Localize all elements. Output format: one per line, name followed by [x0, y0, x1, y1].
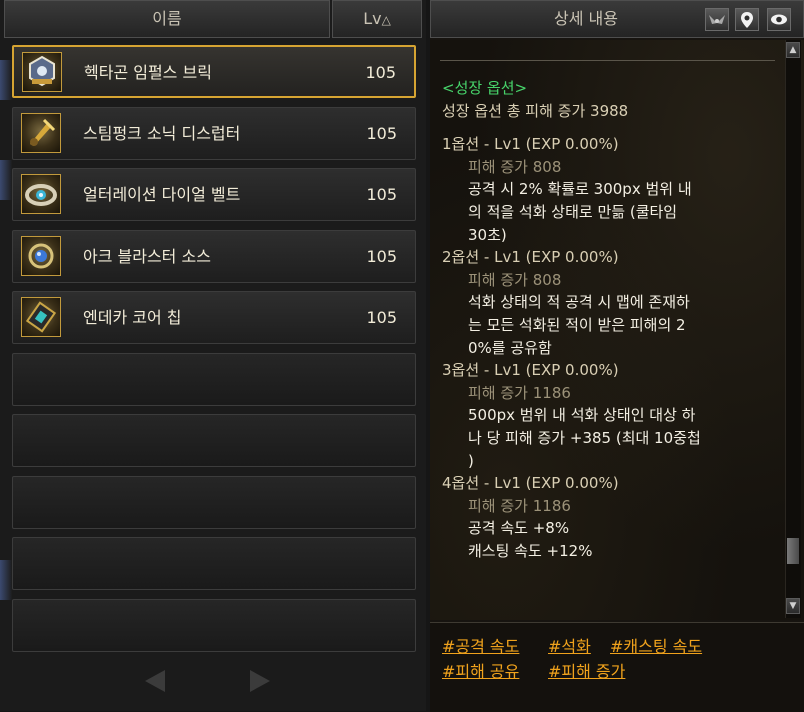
option-damage: 피해 증가 808: [468, 270, 562, 289]
tag-petrify[interactable]: #석화: [548, 633, 591, 657]
tag-attack-speed[interactable]: #공격 속도: [442, 633, 519, 657]
option-desc-line: 나 당 피해 증가 +385 (최대 10중첩: [468, 428, 701, 447]
total-damage-line: 성장 옵션 총 피해 증가 3988: [442, 101, 629, 120]
item-row-endeca-core-chip[interactable]: 엔데카 코어 칩 105: [12, 291, 416, 344]
option-desc-line: ): [468, 451, 474, 470]
scroll-down-button[interactable]: ▼: [786, 598, 800, 614]
option-desc-line: 캐스팅 속도 +12%: [468, 541, 593, 560]
arc-blaster-icon: [21, 235, 61, 276]
wing-icon: [709, 15, 725, 24]
option-header: 3옵션 - Lv1 (EXP 0.00%): [442, 361, 619, 380]
name-column-header[interactable]: 이름: [4, 0, 330, 38]
background-fragment: [0, 60, 12, 100]
detail-panel: 상세 내용 <성장 옵션> 성장 옵션 총 피해 증가 3988 1옵션 - L…: [430, 0, 804, 712]
eye-view-button[interactable]: [767, 8, 791, 31]
option-header: 4옵션 - Lv1 (EXP 0.00%): [442, 474, 619, 493]
item-name: 얼터레이션 다이얼 벨트: [83, 185, 241, 204]
option-desc-line: 석화 상태의 적 공격 시 맵에 존재하: [468, 293, 690, 312]
item-name: 스팀펑크 소닉 디스럽터: [83, 123, 241, 143]
background-fragment: [0, 160, 12, 200]
sort-ascending-icon: △: [381, 13, 391, 27]
empty-item-slot: [12, 537, 416, 590]
pagination: [0, 666, 426, 696]
eye-icon: [771, 14, 787, 25]
level-sort-header[interactable]: Lv△: [332, 0, 422, 38]
option-header: 2옵션 - Lv1 (EXP 0.00%): [442, 248, 619, 267]
item-level: 105: [366, 246, 397, 266]
empty-item-slot: [12, 475, 416, 529]
option-desc-line: 0%를 공유함: [468, 338, 552, 357]
item-row-arc-blaster-source[interactable]: 아크 블라스터 소스 105: [12, 229, 416, 283]
item-level: 105: [366, 308, 397, 327]
item-row-hexagon-impulse-brick[interactable]: 헥타곤 임펄스 브릭 105: [12, 45, 416, 98]
option-damage: 피해 증가 808: [468, 157, 562, 176]
item-level: 105: [366, 123, 397, 143]
empty-item-slot: [12, 352, 416, 406]
tag-area: #공격 속도 #석화 #캐스팅 속도 #피해 공유 #피해 증가: [430, 622, 804, 712]
empty-item-slot: [12, 414, 416, 467]
item-list: 헥타곤 임펄스 브릭 105 스팀펑크 소닉 디스럽터 105 얼터레이션 다이…: [12, 45, 418, 660]
item-name: 아크 블라스터 소스: [83, 246, 211, 266]
option-desc-line: 공격 속도 +8%: [468, 519, 570, 538]
name-column-label: 이름: [152, 9, 182, 28]
item-name: 엔데카 코어 칩: [83, 308, 182, 327]
option-desc-line: 공격 시 2% 확률로 300px 범위 내: [468, 180, 692, 199]
previous-page-arrow-icon[interactable]: [145, 670, 165, 692]
option-desc-line: 500px 범위 내 석화 상태인 대상 하: [468, 406, 696, 425]
scroll-thumb[interactable]: [787, 538, 799, 564]
item-name: 헥타곤 임펄스 브릭: [84, 63, 212, 82]
section-title: <성장 옵션>: [442, 79, 528, 97]
tag-damage-increase[interactable]: #피해 증가: [548, 658, 625, 682]
option-damage: 피해 증가 1186: [468, 496, 571, 515]
item-level: 105: [366, 185, 397, 204]
detail-title: 상세 내용: [554, 9, 618, 28]
item-row-steampunk-sonic-disruptor[interactable]: 스팀펑크 소닉 디스럽터 105: [12, 106, 416, 160]
hexagon-brick-icon: [22, 52, 62, 92]
item-list-panel: 이름 Lv△ 헥타곤 임펄스 브릭 105 스팀펑크 소닉 디스럽터 105 얼…: [0, 0, 426, 711]
option-desc-line: 30초): [468, 225, 507, 244]
item-row-alteration-dial-belt[interactable]: 얼터레이션 다이얼 벨트 105: [12, 168, 416, 221]
empty-item-slot: [12, 598, 416, 652]
next-page-arrow-icon[interactable]: [250, 670, 270, 692]
detail-content-area: <성장 옵션> 성장 옵션 총 피해 증가 3988 1옵션 - Lv1 (EX…: [430, 40, 804, 620]
option-desc-line: 의 적을 석화 상태로 만듦 (쿨타임: [468, 202, 678, 221]
growth-option-text: <성장 옵션> 성장 옵션 총 피해 증가 3988 1옵션 - Lv1 (EX…: [442, 77, 782, 562]
sonic-disruptor-icon: [21, 112, 61, 153]
option-header: 1옵션 - Lv1 (EXP 0.00%): [442, 135, 619, 154]
level-column-label: Lv: [363, 9, 382, 28]
endeca-core-chip-icon: [21, 297, 61, 337]
detail-header: 상세 내용: [430, 0, 804, 38]
tag-damage-share[interactable]: #피해 공유: [442, 658, 519, 682]
item-level: 105: [365, 63, 396, 82]
background-fragment: [0, 560, 12, 600]
wing-view-button[interactable]: [705, 8, 729, 31]
scroll-up-button[interactable]: ▲: [786, 42, 800, 58]
option-damage: 피해 증가 1186: [468, 383, 571, 402]
dial-belt-icon: [21, 174, 61, 214]
option-desc-line: 는 모든 석화된 적이 받은 피해의 2: [468, 315, 686, 334]
detail-scrollbar[interactable]: [785, 40, 801, 618]
map-pin-button[interactable]: [735, 8, 759, 31]
tag-casting-speed[interactable]: #캐스팅 속도: [610, 633, 702, 657]
divider: [440, 60, 775, 61]
map-pin-icon: [741, 12, 753, 28]
